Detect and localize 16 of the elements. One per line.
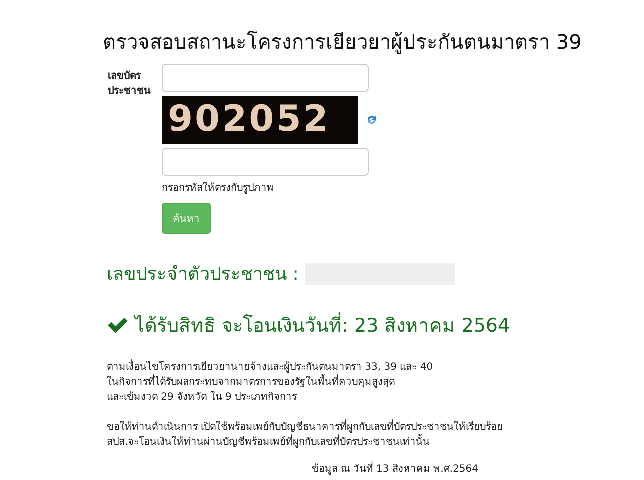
data-date: ข้อมูล ณ วันที่ 13 สิงหาคม พ.ศ.2564 [312,461,644,476]
id-input-field[interactable] [162,64,369,92]
info-text: สปส.จะโอนเงินให้ท่านผ่านบัญชีพร้อมเพย์ที่ผูกกับเลขที่บัตรประชาชนเท่านั้น [107,435,644,450]
result-message: ได้รับสิทธิ จะโอนเงินวันที่: 23 สิงหาคม 2564 [135,310,510,340]
info-text: ขอให้ท่านดำเนินการ เปิดใช้พร้อมเพย์กับบัญชีธนาคารที่ผูกกับเลขที่บัตรประชาชนให้เรียบร้อย [107,420,644,435]
search-button[interactable]: ค้นหา [162,203,211,234]
captcha-image: 902052 [162,96,358,144]
id-label: เลขประจำตัวประชาชน : [107,263,299,287]
info-text: และเข้มงวด 29 จังหวัด ใน 9 ประเภทกิจการ [107,390,298,405]
captcha-hint: กรอกรหัสให้ตรงกับรูปภาพ [162,181,274,195]
refresh-icon[interactable] [366,114,378,126]
captcha-input-field[interactable] [162,148,369,176]
info-text: ในกิจการที่ได้รับผลกระทบจากมาตรการของรัฐในพื้นที่ควบคุมสูงสุด [107,375,644,390]
info-text: ตามเงื่อนไขโครงการเยียวยานายจ้างและผู้ประกันตนมาตรา 33, 39 และ 40 [107,360,644,375]
field-label: เลขบัตรประชาชน [107,70,152,99]
page-title: ตรวจสอบสถานะโครงการเยียวยาผู้ประกันตนมาตรา 39 [103,29,583,56]
